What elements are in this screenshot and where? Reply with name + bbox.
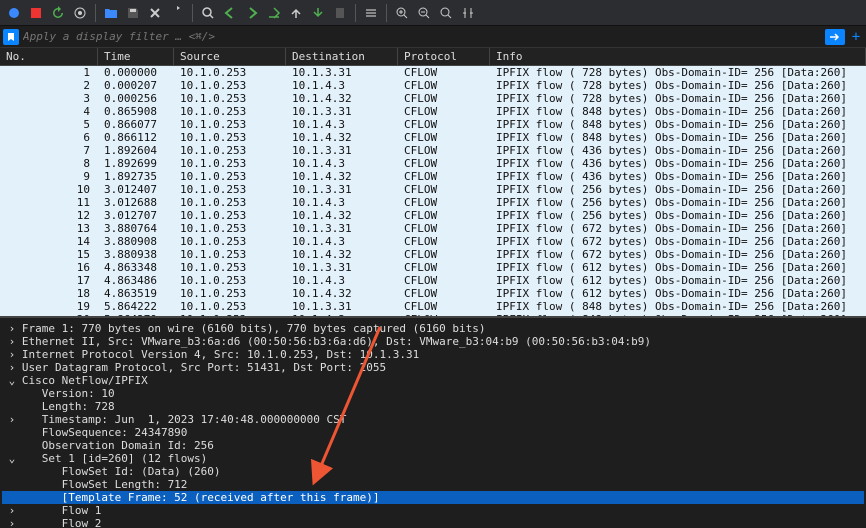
table-row[interactable]: 174.86348610.1.0.25310.1.4.3CFLOWIPFIX f… [0,274,866,287]
start-capture-icon[interactable] [4,3,24,23]
display-filter-input[interactable] [23,30,821,43]
table-row[interactable]: 20.00020710.1.0.25310.1.4.3CFLOWIPFIX fl… [0,79,866,92]
zoom-out-icon[interactable] [414,3,434,23]
detail-line[interactable]: FlowSet Id: (Data) (260) [2,465,864,478]
table-row[interactable]: 133.88076410.1.0.25310.1.3.31CFLOWIPFIX … [0,222,866,235]
detail-line[interactable]: FlowSet Length: 712 [2,478,864,491]
bookmark-icon[interactable] [3,29,19,45]
table-row[interactable]: 205.86437910.1.0.25310.1.4.3CFLOWIPFIX f… [0,313,866,316]
find-packet-icon[interactable] [198,3,218,23]
packet-list-pane: No. Time Source Destination Protocol Inf… [0,48,866,318]
detail-line[interactable]: › Ethernet II, Src: VMware_b3:6a:d6 (00:… [2,335,864,348]
table-row[interactable]: 123.01270710.1.0.25310.1.4.32CFLOWIPFIX … [0,209,866,222]
main-toolbar [0,0,866,26]
table-row[interactable]: 143.88090810.1.0.25310.1.4.3CFLOWIPFIX f… [0,235,866,248]
packet-rows[interactable]: 10.00000010.1.0.25310.1.3.31CFLOWIPFIX f… [0,66,866,316]
table-row[interactable]: 50.86607710.1.0.25310.1.4.3CFLOWIPFIX fl… [0,118,866,131]
detail-line[interactable]: ⌄ Cisco NetFlow/IPFIX [2,374,864,387]
detail-line[interactable]: FlowSequence: 24347890 [2,426,864,439]
detail-line[interactable]: › Internet Protocol Version 4, Src: 10.1… [2,348,864,361]
colorize-icon[interactable] [361,3,381,23]
packet-list-header[interactable]: No. Time Source Destination Protocol Inf… [0,48,866,66]
table-row[interactable]: 10.00000010.1.0.25310.1.3.31CFLOWIPFIX f… [0,66,866,79]
table-row[interactable]: 153.88093810.1.0.25310.1.4.32CFLOWIPFIX … [0,248,866,261]
go-forward-icon[interactable] [242,3,262,23]
detail-line[interactable]: ⌄ Set 1 [id=260] (12 flows) [2,452,864,465]
table-row[interactable]: 81.89269910.1.0.25310.1.4.3CFLOWIPFIX fl… [0,157,866,170]
table-row[interactable]: 60.86611210.1.0.25310.1.4.32CFLOWIPFIX f… [0,131,866,144]
detail-line[interactable]: › Flow 1 [2,504,864,517]
close-file-icon[interactable] [145,3,165,23]
column-no[interactable]: No. [0,48,98,65]
go-back-icon[interactable] [220,3,240,23]
restart-capture-icon[interactable] [48,3,68,23]
table-row[interactable]: 164.86334810.1.0.25310.1.3.31CFLOWIPFIX … [0,261,866,274]
table-row[interactable]: 113.01268810.1.0.25310.1.4.3CFLOWIPFIX f… [0,196,866,209]
detail-line[interactable]: › Flow 2 [2,517,864,528]
add-filter-button[interactable]: + [849,29,863,45]
column-proto[interactable]: Protocol [398,48,490,65]
detail-line[interactable]: Length: 728 [2,400,864,413]
capture-options-icon[interactable] [70,3,90,23]
packet-details-pane[interactable]: › Frame 1: 770 bytes on wire (6160 bits)… [0,318,866,528]
column-info[interactable]: Info [490,48,866,65]
detail-line[interactable]: › Frame 1: 770 bytes on wire (6160 bits)… [2,322,864,335]
goto-packet-icon[interactable] [264,3,284,23]
reload-file-icon[interactable] [167,3,187,23]
column-time[interactable]: Time [98,48,174,65]
zoom-in-icon[interactable] [392,3,412,23]
table-row[interactable]: 195.86422210.1.0.25310.1.3.31CFLOWIPFIX … [0,300,866,313]
column-dst[interactable]: Destination [286,48,398,65]
resize-columns-icon[interactable] [458,3,478,23]
auto-scroll-icon[interactable] [330,3,350,23]
detail-line[interactable]: › User Datagram Protocol, Src Port: 5143… [2,361,864,374]
stop-capture-icon[interactable] [26,3,46,23]
save-file-icon[interactable] [123,3,143,23]
table-row[interactable]: 184.86351910.1.0.25310.1.4.32CFLOWIPFIX … [0,287,866,300]
detail-line[interactable]: [Template Frame: 52 (received after this… [2,491,864,504]
detail-line[interactable]: › Timestamp: Jun 1, 2023 17:40:48.000000… [2,413,864,426]
display-filter-bar: + [0,26,866,48]
go-last-icon[interactable] [308,3,328,23]
column-src[interactable]: Source [174,48,286,65]
apply-filter-button[interactable] [825,29,845,45]
table-row[interactable]: 103.01240710.1.0.25310.1.3.31CFLOWIPFIX … [0,183,866,196]
detail-line[interactable]: Version: 10 [2,387,864,400]
table-row[interactable]: 30.00025610.1.0.25310.1.4.32CFLOWIPFIX f… [0,92,866,105]
go-first-icon[interactable] [286,3,306,23]
zoom-reset-icon[interactable] [436,3,456,23]
open-file-icon[interactable] [101,3,121,23]
table-row[interactable]: 71.89260410.1.0.25310.1.3.31CFLOWIPFIX f… [0,144,866,157]
table-row[interactable]: 40.86590810.1.0.25310.1.3.31CFLOWIPFIX f… [0,105,866,118]
table-row[interactable]: 91.89273510.1.0.25310.1.4.32CFLOWIPFIX f… [0,170,866,183]
detail-line[interactable]: Observation Domain Id: 256 [2,439,864,452]
